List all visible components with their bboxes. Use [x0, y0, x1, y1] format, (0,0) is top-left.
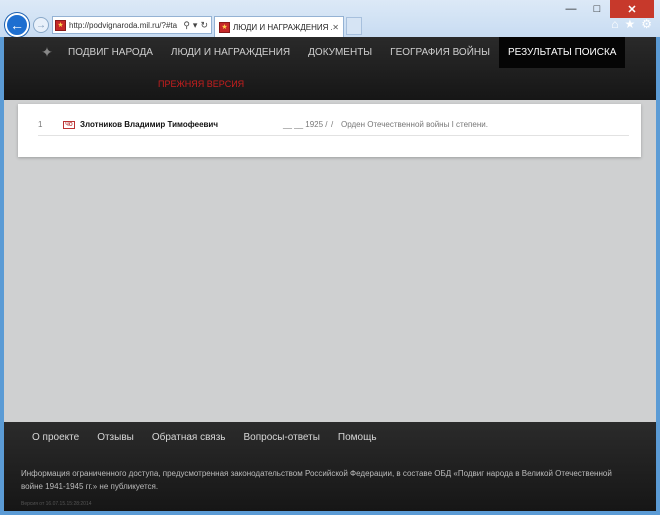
result-number: 1 [38, 120, 43, 129]
footer-link-feedback[interactable]: Обратная связь [152, 432, 226, 443]
browser-chrome: — □ ✕ ← → ★ http://podvignaroda.mil.ru/?… [0, 0, 660, 37]
new-tab-button[interactable] [346, 17, 362, 35]
minimize-button[interactable]: — [558, 0, 584, 18]
result-separator: / [331, 120, 334, 129]
address-bar-icons: ⚲ ▾ ↻ [183, 20, 211, 31]
footer-link-help[interactable]: Помощь [338, 432, 377, 443]
tab-title: ЛЮДИ И НАГРАЖДЕНИЯ ... [233, 22, 333, 32]
page-viewport: ✦ ПОДВИГ НАРОДА ЛЮДИ И НАГРАЖДЕНИЯ ДОКУМ… [4, 37, 656, 511]
result-row[interactable]: 1 ЧО Злотников Владимир Тимофеевич __ __… [38, 114, 629, 136]
result-person-name[interactable]: Злотников Владимир Тимофеевич [80, 120, 283, 129]
footer-link-faq[interactable]: Вопросы-ответы [244, 432, 320, 443]
back-arrow-icon: ← [10, 17, 24, 33]
settings-gear-icon[interactable]: ⚙ [641, 17, 652, 31]
nav-war-geography[interactable]: ГЕОГРАФИЯ ВОЙНЫ [381, 37, 499, 68]
refresh-icon[interactable]: ↻ [200, 20, 208, 31]
browser-tab[interactable]: ★ ЛЮДИ И НАГРАЖДЕНИЯ ... ✕ [214, 16, 344, 37]
close-button[interactable]: ✕ [610, 0, 654, 18]
address-bar[interactable]: ★ http://podvignaroda.mil.ru/?#ta ⚲ ▾ ↻ [52, 16, 212, 34]
nav-menu: ✦ ПОДВИГ НАРОДА ЛЮДИ И НАГРАЖДЕНИЯ ДОКУМ… [34, 37, 626, 68]
top-navigation: ✦ ПОДВИГ НАРОДА ЛЮДИ И НАГРАЖДЕНИЯ ДОКУМ… [4, 37, 656, 100]
footer-link-reviews[interactable]: Отзывы [97, 432, 134, 443]
result-birth-date: __ __ 1925 / [283, 120, 328, 129]
tab-favicon-icon: ★ [219, 21, 230, 33]
dropdown-icon[interactable]: ▾ [193, 20, 198, 31]
home-icon[interactable]: ⌂ [611, 17, 618, 31]
eagle-emblem-icon[interactable]: ✦ [34, 44, 60, 62]
search-icon[interactable]: ⚲ [183, 20, 190, 31]
back-button[interactable]: ← [5, 13, 29, 37]
footer-links: О проекте Отзывы Обратная связь Вопросы-… [32, 432, 377, 443]
url-text[interactable]: http://podvignaroda.mil.ru/?#ta [69, 21, 183, 30]
favorites-star-icon[interactable]: ★ [624, 17, 635, 31]
award-document-icon: ЧО [63, 120, 75, 129]
result-award: Орден Отечественной войны I степени. [341, 120, 488, 129]
previous-version-link[interactable]: ПРЕЖНЯЯ ВЕРСИЯ [158, 79, 244, 89]
nav-podvig-naroda[interactable]: ПОДВИГ НАРОДА [68, 37, 162, 68]
nav-people-awards[interactable]: ЛЮДИ И НАГРАЖДЕНИЯ [162, 37, 299, 68]
search-results-panel: 1 ЧО Злотников Владимир Тимофеевич __ __… [18, 104, 641, 157]
site-favicon-icon: ★ [55, 19, 66, 31]
nav-documents[interactable]: ДОКУМЕНТЫ [299, 37, 381, 68]
page-footer: О проекте Отзывы Обратная связь Вопросы-… [4, 422, 656, 511]
forward-button[interactable]: → [33, 17, 49, 33]
window-controls: — □ ✕ [558, 0, 654, 18]
tab-close-icon[interactable]: ✕ [332, 23, 343, 32]
browser-tools: ⌂ ★ ⚙ [611, 17, 652, 31]
maximize-button[interactable]: □ [584, 0, 610, 18]
footer-disclaimer: Информация ограниченного доступа, предус… [21, 469, 612, 491]
forward-arrow-icon: → [36, 19, 46, 31]
nav-search-results[interactable]: РЕЗУЛЬТАТЫ ПОИСКА [498, 37, 626, 68]
footer-link-about[interactable]: О проекте [32, 432, 79, 443]
version-text: Версия от 16.07.15.15:28:2014 [21, 501, 92, 507]
